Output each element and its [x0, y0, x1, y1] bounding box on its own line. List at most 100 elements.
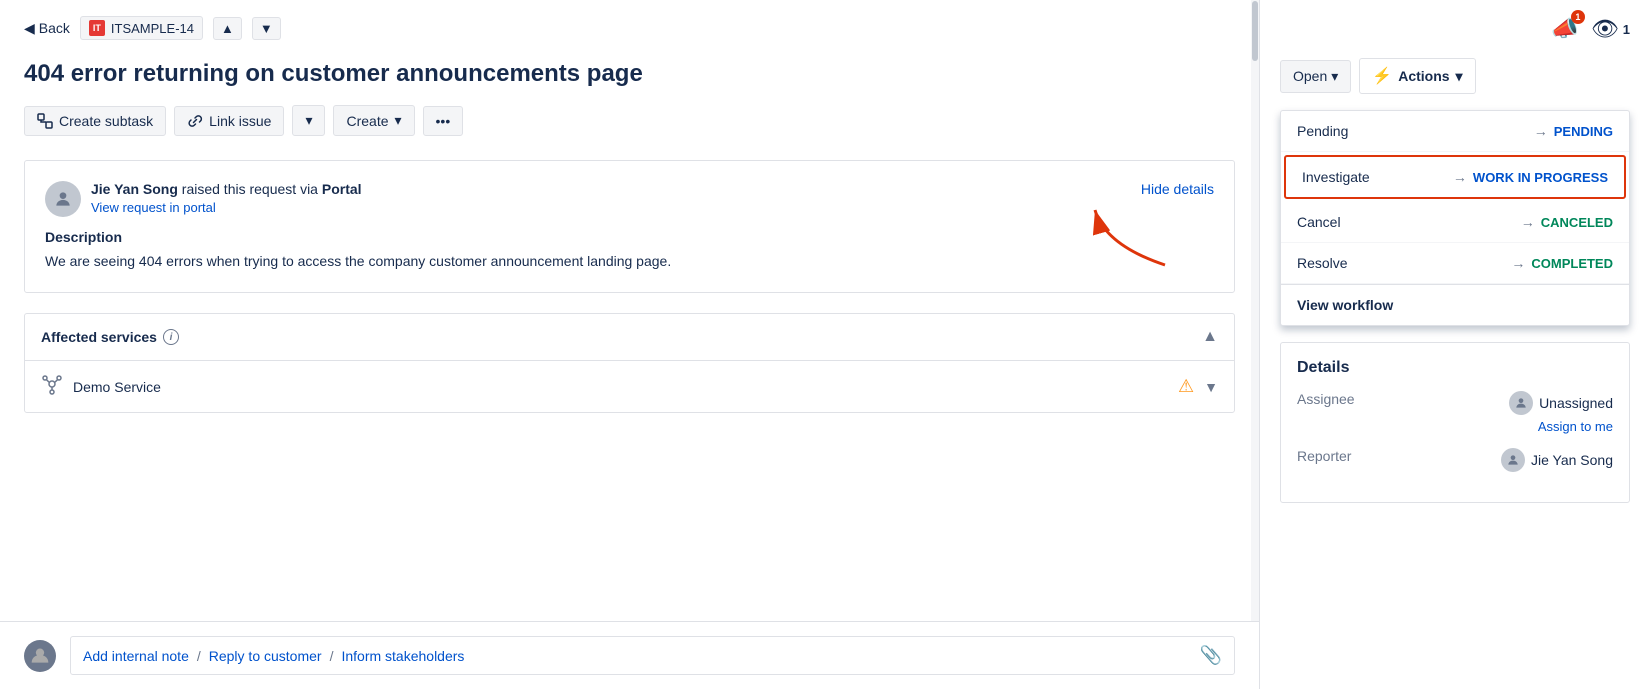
dropdown-item-pending[interactable]: Pending → PENDING: [1281, 111, 1629, 152]
nav-up-button[interactable]: ▲: [213, 17, 242, 40]
reporter-avatar: [1501, 448, 1525, 472]
back-button[interactable]: ◀ Back: [24, 20, 70, 37]
comment-avatar: [24, 640, 56, 672]
reporter-name: Jie Yan Song: [1531, 452, 1613, 468]
cancel-status: → CANCELED: [1521, 214, 1613, 230]
warning-icon: ⚠: [1178, 376, 1194, 397]
dropdown-item-investigate-wrapper: Investigate → WORK IN PROGRESS: [1284, 155, 1626, 199]
right-top-bar: 📣 1 👁 1: [1280, 16, 1630, 42]
cancel-status-text: CANCELED: [1541, 215, 1613, 230]
user-avatar: [45, 181, 81, 217]
assignee-row: Assignee Unassigned Assign to me: [1297, 391, 1613, 434]
pending-status-text: PENDING: [1554, 124, 1613, 139]
comment-user-avatar-icon: [30, 646, 50, 666]
investigate-label: Investigate: [1302, 169, 1370, 185]
hide-details-button[interactable]: Hide details: [1141, 181, 1214, 197]
details-title: Details: [1297, 359, 1613, 377]
right-top-icons: 📣 1 👁 1: [1551, 16, 1630, 42]
actions-button[interactable]: ⚡ Actions ▾: [1359, 58, 1475, 94]
dropdown-item-investigate[interactable]: Investigate → WORK IN PROGRESS: [1286, 157, 1624, 197]
right-panel: 📣 1 👁 1 Open ▾ ⚡ Actions ▾: [1260, 0, 1650, 689]
open-label: Open: [1293, 68, 1327, 84]
service-right: ⚠ ▼: [1178, 376, 1218, 397]
issue-title: 404 error returning on customer announce…: [24, 58, 1235, 89]
create-dropdown-icon: ▾: [395, 112, 402, 129]
resolve-status: → COMPLETED: [1511, 255, 1613, 271]
eye-icon-symbol: 👁: [1591, 16, 1619, 42]
investigate-status-text: WORK IN PROGRESS: [1473, 170, 1608, 185]
actions-label: Actions: [1398, 68, 1449, 84]
create-button[interactable]: Create ▾: [333, 105, 414, 136]
eye-icon-wrapper[interactable]: 👁 1: [1591, 16, 1630, 42]
assignee-avatar: [1509, 391, 1533, 415]
actions-dropdown-icon: ▾: [1456, 68, 1463, 85]
cancel-label: Cancel: [1297, 214, 1341, 230]
reporter-avatar-icon: [1506, 453, 1520, 467]
pending-arrow-icon: →: [1534, 123, 1548, 139]
back-chevron-icon: ◀: [24, 20, 35, 37]
resolve-label: Resolve: [1297, 255, 1348, 271]
service-row: Demo Service ⚠ ▼: [25, 360, 1234, 412]
resolve-arrow-icon: →: [1511, 255, 1525, 271]
create-subtask-label: Create subtask: [59, 113, 153, 129]
eye-count: 1: [1623, 22, 1630, 37]
reply-to-customer-button[interactable]: Reply to customer: [209, 648, 322, 664]
dropdown-item-resolve[interactable]: Resolve → COMPLETED: [1281, 243, 1629, 284]
more-icon: •••: [436, 113, 451, 129]
paperclip-icon[interactable]: 📎: [1200, 645, 1222, 666]
action-bar: Create subtask Link issue ▾ Create ▾ •••: [24, 105, 1235, 136]
open-dropdown-icon: ▾: [1331, 68, 1338, 85]
chevron-up-icon: ▲: [1202, 328, 1218, 346]
cancel-arrow-icon: →: [1521, 214, 1535, 230]
assignee-name: Unassigned: [1539, 395, 1613, 411]
pending-label: Pending: [1297, 123, 1348, 139]
issue-tag[interactable]: IT ITSAMPLE-14: [80, 16, 203, 40]
user-info: Jie Yan Song raised this request via Por…: [45, 181, 362, 217]
info-icon: i: [163, 329, 179, 345]
resolve-status-text: COMPLETED: [1531, 256, 1613, 271]
assignee-value-block: Unassigned Assign to me: [1509, 391, 1613, 434]
nav-down-button[interactable]: ▼: [252, 17, 281, 40]
open-status-button[interactable]: Open ▾: [1280, 60, 1351, 93]
assign-to-me-button[interactable]: Assign to me: [1538, 419, 1613, 434]
link-issue-button[interactable]: Link issue: [174, 106, 284, 136]
subtask-icon: [37, 113, 53, 129]
affected-services-section: Affected services i ▲ Demo Service ⚠ ▼: [24, 313, 1235, 413]
description-label: Description: [45, 229, 1214, 245]
add-internal-note-button[interactable]: Add internal note: [83, 648, 189, 664]
status-bar: Open ▾ ⚡ Actions ▾: [1280, 58, 1630, 94]
affected-services-header[interactable]: Affected services i ▲: [25, 314, 1234, 360]
more-button[interactable]: •••: [423, 106, 464, 136]
create-subtask-button[interactable]: Create subtask: [24, 106, 166, 136]
avatar-icon: [53, 189, 73, 209]
service-expand-icon[interactable]: ▼: [1204, 379, 1218, 395]
pending-status: → PENDING: [1534, 123, 1613, 139]
portal-text: Portal: [322, 181, 362, 197]
create-label: Create: [346, 113, 388, 129]
reporter-label: Reporter: [1297, 448, 1501, 464]
investigate-status: → WORK IN PROGRESS: [1453, 169, 1608, 185]
details-card: Jie Yan Song raised this request via Por…: [24, 160, 1235, 293]
back-label: Back: [39, 20, 70, 36]
dropdown-item-cancel[interactable]: Cancel → CANCELED: [1281, 202, 1629, 243]
view-workflow-button[interactable]: View workflow: [1281, 284, 1629, 325]
user-text-block: Jie Yan Song raised this request via Por…: [91, 181, 362, 215]
issue-type-icon: IT: [89, 20, 105, 36]
workflow-dropdown-menu: Pending → PENDING Investigate → WORK IN …: [1280, 110, 1630, 326]
reporter-value-content: Jie Yan Song: [1501, 448, 1613, 472]
assignee-avatar-icon: [1514, 396, 1528, 410]
assignee-label: Assignee: [1297, 391, 1509, 407]
affected-services-label: Affected services: [41, 329, 157, 345]
affected-header-left: Affected services i: [41, 329, 179, 345]
toolbar-dropdown-button[interactable]: ▾: [292, 105, 325, 136]
inform-stakeholders-button[interactable]: Inform stakeholders: [341, 648, 464, 664]
raised-text: raised this request via: [182, 181, 318, 197]
view-portal-link[interactable]: View request in portal: [91, 200, 362, 215]
reporter-row: Reporter Jie Yan Song: [1297, 448, 1613, 472]
service-network-icon: [41, 373, 63, 400]
issue-id: ITSAMPLE-14: [111, 21, 194, 36]
description-section: Description We are seeing 404 errors whe…: [45, 229, 1214, 272]
comment-sep-2: /: [330, 648, 334, 664]
assignee-value-content: Unassigned: [1509, 391, 1613, 415]
link-issue-label: Link issue: [209, 113, 271, 129]
